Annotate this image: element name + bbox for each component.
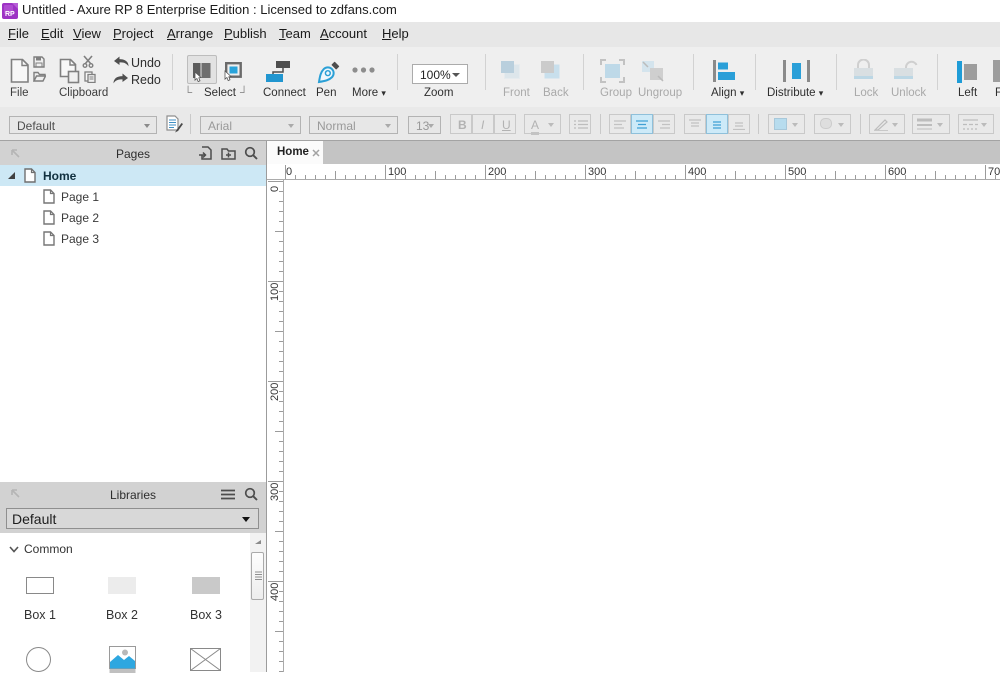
svg-text:RP: RP xyxy=(5,11,15,18)
